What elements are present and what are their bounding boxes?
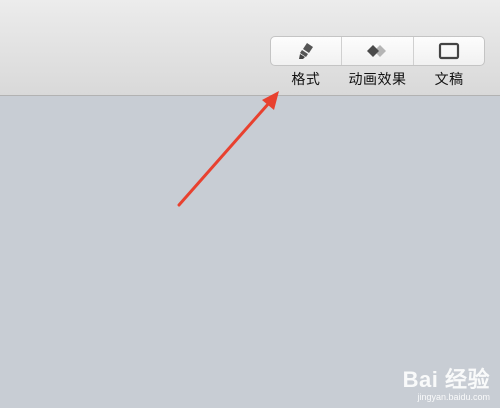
watermark-logo: Bai 经验 (402, 367, 490, 392)
baidu-watermark: Bai 经验 jingyan.baidu.com (403, 362, 490, 402)
app-window: 格式 动画效果 文稿 Bai 经验 jingyan.baidu.com (0, 0, 500, 408)
red-annotation-arrow (177, 91, 279, 207)
